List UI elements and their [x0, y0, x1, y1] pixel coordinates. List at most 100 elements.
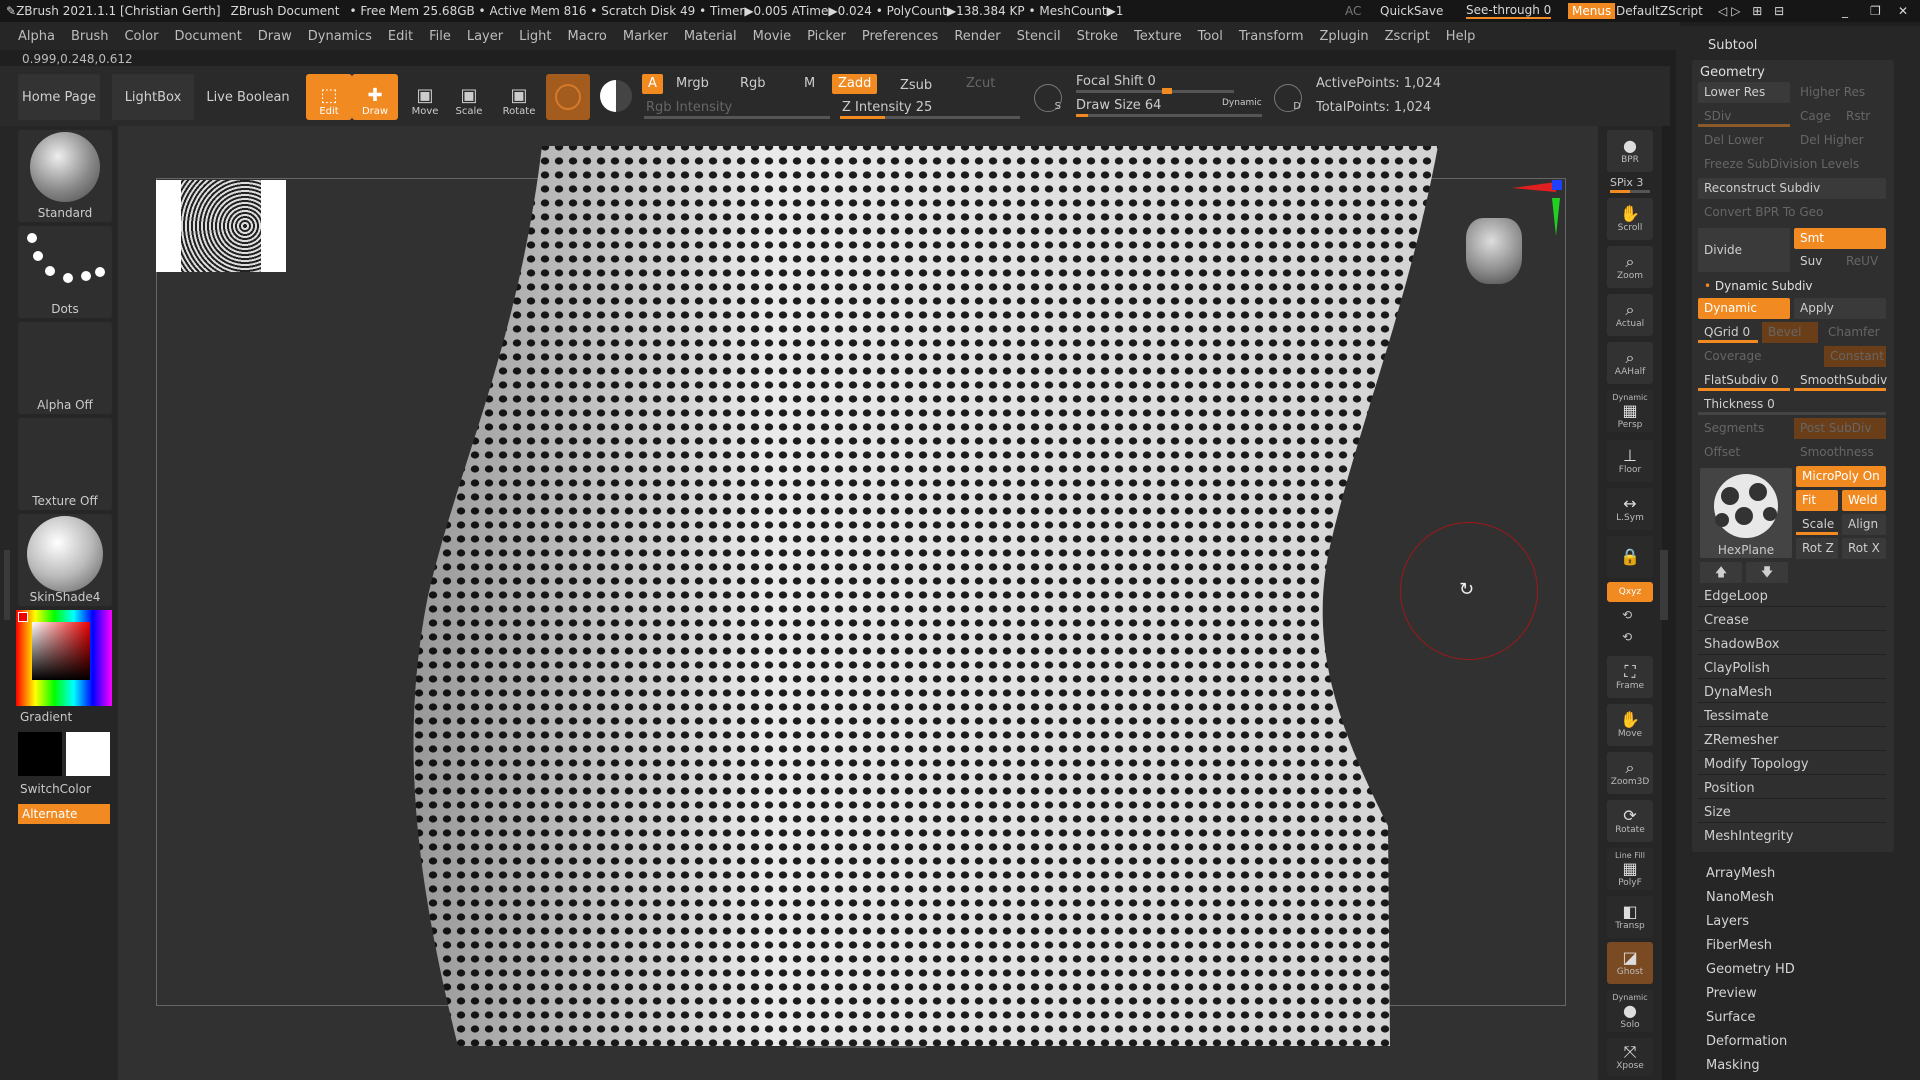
- polyf-button[interactable]: Line Fill ▦ PolyF: [1607, 848, 1653, 890]
- ghost-button[interactable]: ◪ Ghost: [1607, 942, 1653, 984]
- gradient-label[interactable]: Gradient: [20, 710, 72, 724]
- stroke-thumbnail[interactable]: Dots: [18, 226, 112, 318]
- aahalf-button[interactable]: ⌕ AAHalf: [1607, 342, 1653, 384]
- subpalette-surface[interactable]: Surface: [1706, 1010, 1756, 1025]
- menu-stroke[interactable]: Stroke: [1077, 29, 1118, 44]
- z-rotation-icon[interactable]: ⟲: [1622, 630, 1632, 644]
- scroll-button[interactable]: ✋ Scroll: [1607, 198, 1653, 240]
- smt-toggle[interactable]: Smt: [1794, 228, 1886, 249]
- menu-light[interactable]: Light: [519, 29, 551, 44]
- reuv-button[interactable]: ReUV: [1840, 251, 1886, 272]
- lightbox-button[interactable]: LightBox: [112, 74, 194, 120]
- lock-button[interactable]: 🔒: [1607, 536, 1653, 578]
- menu-macro[interactable]: Macro: [568, 29, 607, 44]
- post-subdiv-toggle[interactable]: Post SubDiv: [1794, 418, 1886, 439]
- bevel-toggle[interactable]: Bevel: [1762, 322, 1818, 343]
- menu-brush[interactable]: Brush: [71, 29, 109, 44]
- default-zscript-button[interactable]: DefaultZScript: [1616, 4, 1703, 18]
- s-brush-mode-icon[interactable]: S: [1034, 84, 1062, 112]
- menu-file[interactable]: File: [429, 29, 451, 44]
- focal-shift-track[interactable]: [1076, 90, 1234, 93]
- material-swatch[interactable]: [546, 74, 590, 120]
- draw-button[interactable]: ✚ Draw: [352, 74, 398, 120]
- hex-mesh-canvas[interactable]: [118, 126, 1598, 1080]
- smoothsubdiv-slider[interactable]: SmoothSubdiv: [1794, 370, 1887, 391]
- menu-edit[interactable]: Edit: [388, 29, 413, 44]
- menus-toggle[interactable]: Menus: [1568, 3, 1616, 19]
- xpose-button[interactable]: ⤧ Xpose: [1607, 1038, 1653, 1076]
- micropoly-preview[interactable]: HexPlane: [1700, 468, 1792, 558]
- menu-stencil[interactable]: Stencil: [1017, 29, 1061, 44]
- reconstruct-subdiv-button[interactable]: Reconstruct Subdiv: [1698, 178, 1886, 199]
- main-color-swatch[interactable]: [18, 732, 62, 776]
- menu-dynamics[interactable]: Dynamics: [308, 29, 372, 44]
- menu-marker[interactable]: Marker: [623, 29, 668, 44]
- zremesher-subpalette[interactable]: ZRemesher: [1698, 730, 1886, 751]
- menu-preferences[interactable]: Preferences: [862, 29, 938, 44]
- color-sphere-icon[interactable]: [600, 80, 632, 112]
- next-arrow-button[interactable]: 🡇: [1746, 562, 1788, 583]
- subpalette-preview[interactable]: Preview: [1706, 986, 1757, 1001]
- move-button[interactable]: ▣ Move: [402, 74, 448, 120]
- chamfer-toggle[interactable]: Chamfer: [1822, 322, 1886, 343]
- dynamic-subdiv-toggle[interactable]: Dynamic: [1698, 298, 1790, 319]
- rotate-button[interactable]: ▣ Rotate: [496, 74, 542, 120]
- menu-draw[interactable]: Draw: [258, 29, 292, 44]
- see-through-slider[interactable]: See-through 0: [1466, 3, 1552, 19]
- zcut-toggle[interactable]: Zcut: [960, 74, 1001, 94]
- solo-button[interactable]: Dynamic ● Solo: [1607, 990, 1653, 1032]
- persp-button[interactable]: Dynamic ▦ Persp: [1607, 390, 1653, 432]
- cage-button[interactable]: Cage: [1794, 106, 1838, 127]
- subpalette-deformation[interactable]: Deformation: [1706, 1034, 1787, 1049]
- zsub-toggle[interactable]: Zsub: [894, 76, 938, 96]
- zoom-button[interactable]: ⌕ Zoom: [1607, 246, 1653, 288]
- shadowbox-subpalette[interactable]: ShadowBox: [1698, 634, 1886, 655]
- a-toggle[interactable]: A: [642, 74, 663, 94]
- thickness-slider[interactable]: Thickness 0: [1698, 394, 1886, 415]
- rgb-intensity-track[interactable]: [644, 116, 830, 119]
- menu-zscript[interactable]: Zscript: [1385, 29, 1430, 44]
- constant-toggle[interactable]: Constant: [1824, 346, 1886, 367]
- previous-arrow-button[interactable]: 🡅: [1700, 562, 1742, 583]
- bpr-button[interactable]: ● BPR: [1607, 130, 1653, 172]
- menu-texture[interactable]: Texture: [1134, 29, 1182, 44]
- fit-toggle[interactable]: Fit: [1796, 490, 1838, 511]
- dynamic-size-toggle[interactable]: Dynamic: [1222, 98, 1262, 108]
- subpalette-layers[interactable]: Layers: [1706, 914, 1749, 929]
- menu-layer[interactable]: Layer: [467, 29, 503, 44]
- draw-size-slider[interactable]: Draw Size 64: [1070, 96, 1167, 116]
- minimize-icon[interactable]: _: [1842, 4, 1848, 18]
- transp-button[interactable]: ◧ Transp: [1607, 896, 1653, 938]
- position-subpalette[interactable]: Position: [1698, 778, 1886, 799]
- subpalette-nanomesh[interactable]: NanoMesh: [1706, 890, 1774, 905]
- navigator-thumbnail[interactable]: [156, 180, 286, 272]
- weld-toggle[interactable]: Weld: [1842, 490, 1886, 511]
- del-lower-button[interactable]: Del Lower: [1698, 130, 1790, 151]
- menu-document[interactable]: Document: [174, 29, 241, 44]
- color-picker-square[interactable]: [32, 622, 90, 680]
- close-icon[interactable]: ✕: [1898, 4, 1908, 18]
- layout-icons[interactable]: ◁▷ ⊞ ⊟: [1718, 4, 1788, 18]
- subpalette-masking[interactable]: Masking: [1706, 1058, 1760, 1073]
- flatsubdiv-slider[interactable]: FlatSubdiv 0: [1698, 370, 1790, 391]
- modify-topology-subpalette[interactable]: Modify Topology: [1698, 754, 1886, 775]
- geometry-header[interactable]: Geometry: [1694, 62, 1892, 83]
- brush-thumbnail[interactable]: Standard: [18, 130, 112, 222]
- spix-track[interactable]: [1610, 190, 1650, 193]
- subpalette-fibermesh[interactable]: FiberMesh: [1706, 938, 1772, 953]
- edit-button[interactable]: ⬚ Edit: [306, 74, 352, 120]
- focal-shift-slider[interactable]: Focal Shift 0: [1070, 72, 1162, 92]
- texture-thumbnail[interactable]: Texture Off: [18, 418, 112, 510]
- menu-material[interactable]: Material: [684, 29, 737, 44]
- color-picker[interactable]: [16, 610, 112, 706]
- meshintegrity-subpalette[interactable]: MeshIntegrity: [1698, 826, 1886, 847]
- z-intensity-slider[interactable]: Z Intensity 25: [836, 98, 938, 118]
- micropoly-on-toggle[interactable]: MicroPoly On: [1796, 466, 1886, 487]
- zoom3d-button[interactable]: ⌕ Zoom3D: [1607, 752, 1653, 794]
- align-button[interactable]: Align: [1842, 514, 1886, 535]
- menu-alpha[interactable]: Alpha: [18, 29, 55, 44]
- switchcolor-button[interactable]: SwitchColor: [20, 782, 91, 796]
- ac-label[interactable]: AC: [1345, 4, 1361, 18]
- menu-color[interactable]: Color: [124, 29, 158, 44]
- suv-toggle[interactable]: Suv: [1794, 251, 1838, 272]
